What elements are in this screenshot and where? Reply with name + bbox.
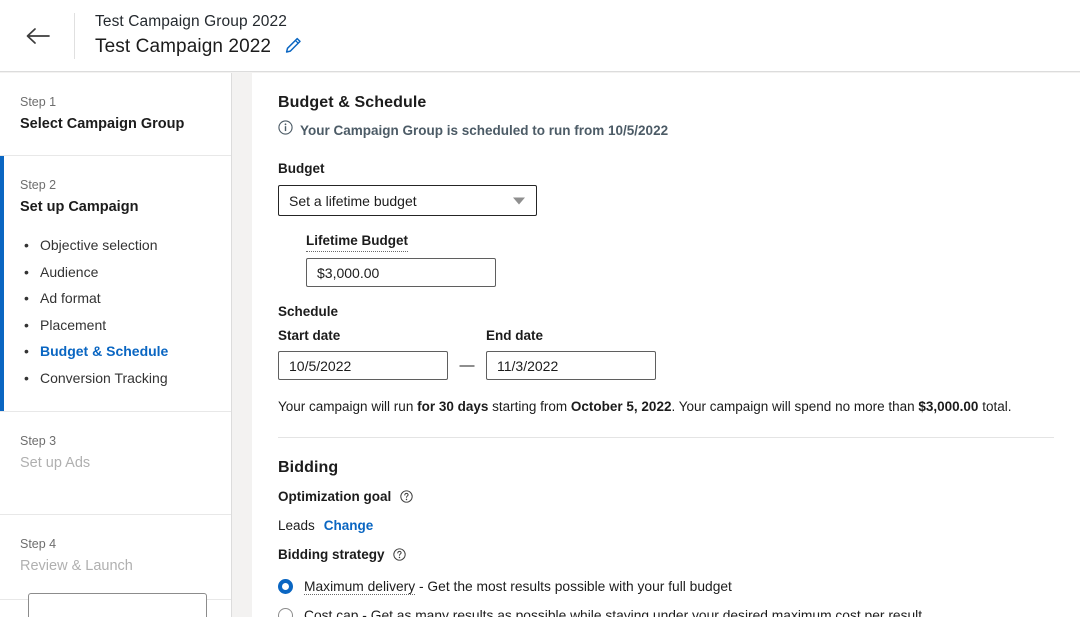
bidding-option-cost-cap[interactable]: Cost cap - Get as many results as possib… [278, 605, 1054, 617]
summary-part-1: Your campaign will run [278, 399, 417, 414]
summary-start-date: October 5, 2022 [571, 399, 672, 414]
sidebar-item-ad-format[interactable]: Ad format [20, 285, 215, 312]
summary-part-4: total. [978, 399, 1011, 414]
sidebar-item-placement[interactable]: Placement [20, 312, 215, 339]
sidebar-step-4[interactable]: Step 4 Review & Launch [0, 515, 231, 600]
budget-label: Budget [278, 159, 1054, 179]
summary-amount: $3,000.00 [918, 399, 978, 414]
budget-type-select[interactable]: Set a lifetime budget [278, 185, 537, 216]
optimization-goal-value: Leads [278, 516, 315, 536]
bidding-strategy-row: Bidding strategy [278, 545, 1054, 565]
pencil-icon [285, 37, 302, 57]
campaign-name: Test Campaign 2022 [95, 33, 271, 61]
bidding-option-description: - Get as many results as possible while … [358, 608, 922, 617]
app-header: Test Campaign Group 2022 Test Campaign 2… [0, 0, 1080, 72]
page-title: Budget & Schedule [278, 91, 1054, 115]
lifetime-budget-label[interactable]: Lifetime Budget [306, 231, 408, 252]
step-2-sub-items: Objective selection Audience Ad format P… [20, 232, 215, 391]
sidebar-action-button[interactable] [28, 593, 207, 617]
sidebar-item-budget-schedule[interactable]: Budget & Schedule [20, 338, 215, 365]
schedule-label: Schedule [278, 302, 1054, 322]
start-date-group: Start date 10/5/2022 [278, 326, 448, 380]
step-label: Step 2 [20, 176, 215, 194]
sidebar-step-3[interactable]: Step 3 Set up Ads [0, 412, 231, 515]
main-content-panel: Budget & Schedule Your Campaign Group is… [252, 73, 1080, 617]
bidding-option-text: Maximum delivery - Get the most results … [304, 576, 732, 597]
step-title: Select Campaign Group [20, 113, 215, 135]
lifetime-budget-value: $3,000.00 [317, 265, 379, 281]
bidding-option-term[interactable]: Maximum delivery [304, 579, 415, 595]
bidding-option-text: Cost cap - Get as many results as possib… [304, 605, 922, 617]
optimization-goal-row: Optimization goal [278, 487, 1054, 507]
start-date-value: 10/5/2022 [289, 358, 351, 374]
question-circle-icon[interactable] [393, 548, 406, 561]
campaign-group-name: Test Campaign Group 2022 [95, 11, 302, 33]
wizard-sidebar: Step 1 Select Campaign Group Step 2 Set … [0, 73, 232, 617]
sidebar-step-1[interactable]: Step 1 Select Campaign Group [0, 73, 231, 156]
change-optimization-goal-link[interactable]: Change [324, 516, 374, 536]
summary-part-2: starting from [488, 399, 571, 414]
bidding-title: Bidding [278, 456, 1054, 480]
bidding-strategy-options: Maximum delivery - Get the most results … [278, 576, 1054, 617]
end-date-label: End date [486, 326, 656, 346]
arrow-left-icon [24, 26, 50, 46]
bidding-strategy-label: Bidding strategy [278, 547, 385, 562]
bidding-option-description: - Get the most results possible with you… [415, 579, 732, 594]
end-date-group: End date 11/3/2022 [486, 326, 656, 380]
optimization-goal-value-row: Leads Change [278, 516, 1054, 536]
header-titles: Test Campaign Group 2022 Test Campaign 2… [75, 11, 302, 61]
bidding-option-maximum-delivery[interactable]: Maximum delivery - Get the most results … [278, 576, 1054, 605]
end-date-value: 11/3/2022 [497, 358, 558, 374]
radio-cost-cap[interactable] [278, 608, 293, 617]
summary-duration: for 30 days [417, 399, 488, 414]
end-date-input[interactable]: 11/3/2022 [486, 351, 656, 380]
step-title: Set up Ads [20, 452, 215, 474]
edit-campaign-name-button[interactable] [285, 37, 302, 57]
step-label: Step 1 [20, 93, 215, 111]
chevron-down-icon [513, 197, 525, 204]
optimization-goal-label: Optimization goal [278, 489, 391, 504]
radio-maximum-delivery[interactable] [278, 579, 293, 594]
schedule-notice: Your Campaign Group is scheduled to run … [278, 120, 1054, 141]
back-button[interactable] [0, 0, 74, 72]
start-date-label: Start date [278, 326, 448, 346]
lifetime-budget-group: Lifetime Budget $3,000.00 [306, 231, 1054, 287]
step-title: Set up Campaign [20, 196, 215, 218]
step-label: Step 3 [20, 432, 215, 450]
budget-type-value: Set a lifetime budget [289, 193, 417, 209]
date-range-separator: — [448, 351, 486, 380]
schedule-date-row: Start date 10/5/2022 — End date 11/3/202… [278, 326, 1054, 380]
step-title: Review & Launch [20, 555, 215, 577]
info-circle-icon [278, 120, 293, 141]
step-label: Step 4 [20, 535, 215, 553]
schedule-summary-text: Your campaign will run for 30 days start… [278, 397, 1054, 417]
sidebar-item-conversion-tracking[interactable]: Conversion Tracking [20, 365, 215, 392]
start-date-input[interactable]: 10/5/2022 [278, 351, 448, 380]
sidebar-step-2[interactable]: Step 2 Set up Campaign Objective selecti… [0, 156, 231, 412]
sidebar-item-objective-selection[interactable]: Objective selection [20, 232, 215, 259]
question-circle-icon[interactable] [400, 490, 413, 503]
sidebar-item-audience[interactable]: Audience [20, 259, 215, 286]
lifetime-budget-input[interactable]: $3,000.00 [306, 258, 496, 287]
schedule-notice-text: Your Campaign Group is scheduled to run … [300, 121, 668, 141]
summary-part-3: . Your campaign will spend no more than [671, 399, 918, 414]
bidding-option-term[interactable]: Cost cap [304, 608, 358, 617]
section-divider [278, 437, 1054, 438]
